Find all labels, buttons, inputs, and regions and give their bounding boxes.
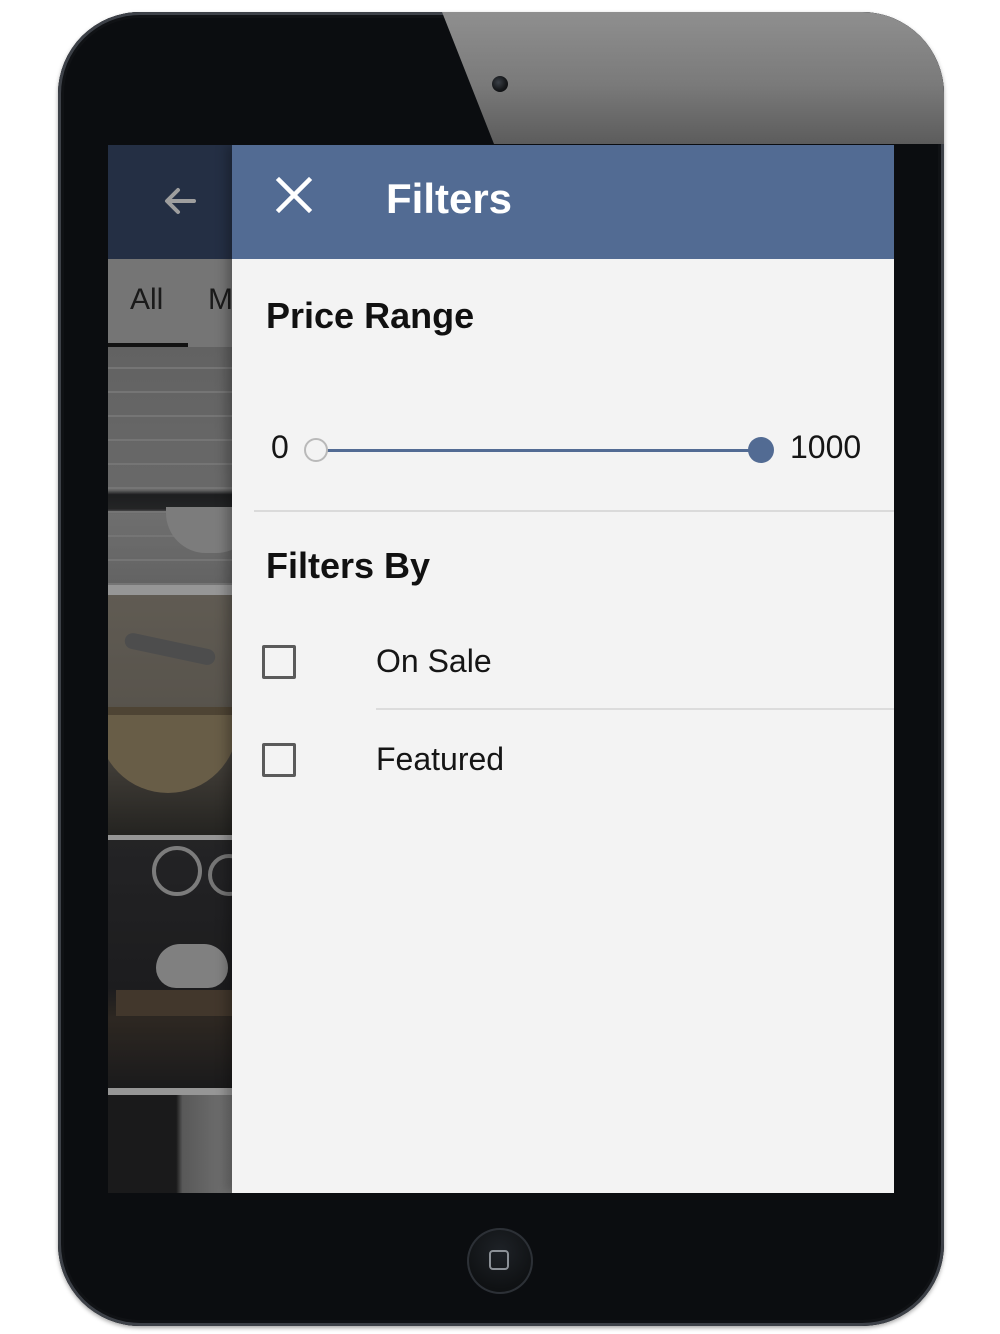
filter-option-on-sale[interactable]: On Sale — [232, 613, 894, 709]
slider-track — [318, 449, 766, 452]
on-sale-checkbox[interactable] — [262, 645, 296, 679]
home-button[interactable] — [467, 1228, 533, 1294]
price-min-label: 0 — [271, 429, 289, 465]
filters-header: Filters — [232, 145, 894, 259]
filter-option-featured[interactable]: Featured — [232, 711, 894, 807]
scrim-overlay[interactable] — [108, 145, 232, 1193]
home-button-icon — [489, 1250, 509, 1270]
filter-option-label: Featured — [376, 741, 505, 777]
price-range-slider[interactable] — [304, 435, 778, 465]
filters-drawer: Filters Price Range 0 1000 Filters By On… — [232, 145, 894, 1193]
slider-max-handle[interactable] — [748, 437, 774, 463]
device-mockup: All M Filters Price Range 0 1000 Filters… — [0, 0, 1000, 1334]
option-divider — [376, 708, 894, 710]
featured-checkbox[interactable] — [262, 743, 296, 777]
slider-min-handle[interactable] — [304, 438, 328, 462]
front-camera — [492, 76, 508, 92]
page-title: Filters — [386, 175, 513, 222]
price-range-title: Price Range — [266, 295, 475, 336]
product-list-view: All M — [108, 145, 232, 1193]
price-max-label: 1000 — [790, 429, 862, 465]
frame-glare — [442, 12, 944, 144]
filter-option-label: On Sale — [376, 643, 492, 679]
close-icon[interactable] — [268, 169, 320, 221]
app-screen: All M Filters Price Range 0 1000 Filters… — [108, 145, 894, 1193]
filters-by-title: Filters By — [266, 545, 431, 586]
section-divider — [254, 510, 894, 512]
